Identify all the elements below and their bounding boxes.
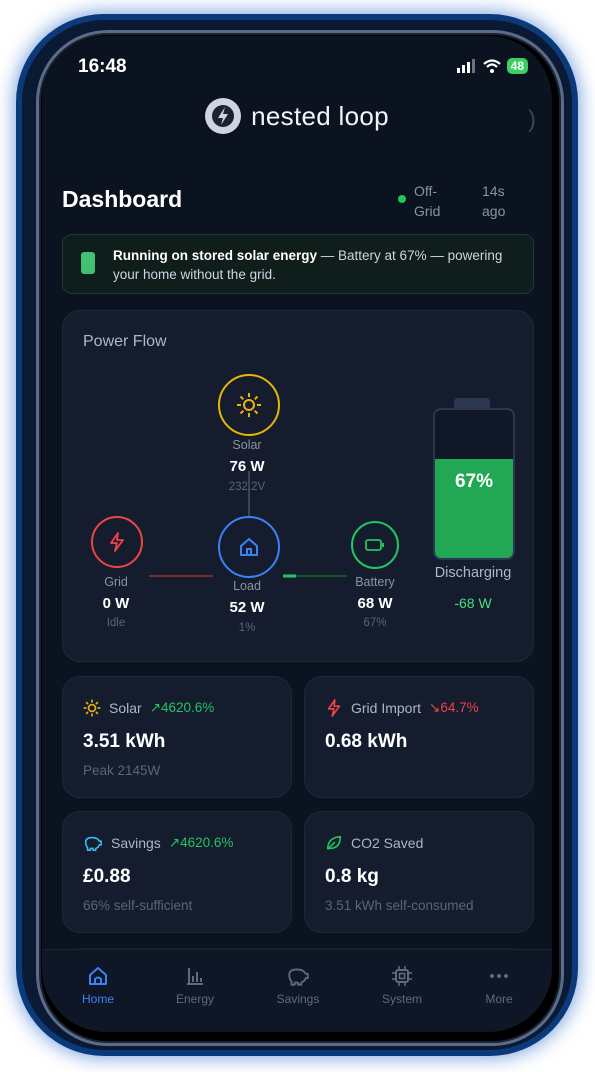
signal-icon (456, 59, 475, 73)
bottom-tab-bar: Home Energy Savings System More (42, 949, 552, 1032)
sun-icon (237, 393, 261, 417)
stat-label: Grid Import (351, 700, 422, 716)
grid-value: 0 W (102, 595, 130, 612)
last-updated-line2: ago (482, 203, 506, 219)
trend-up-badge: ↗4620.6% (150, 700, 215, 716)
last-updated: 14s ago (482, 181, 522, 221)
stat-value: 0.8 kg (325, 866, 379, 887)
stat-value: £0.88 (83, 866, 131, 887)
solar-label: Solar (232, 438, 262, 452)
solar-node[interactable] (218, 374, 280, 436)
brand-name: nested loop (251, 100, 389, 131)
status-bar: 16:48 48 (78, 56, 528, 80)
battery-node[interactable] (351, 521, 399, 569)
stat-card-co2[interactable]: CO2 Saved 0.8 kg 3.51 kWh self-consumed (304, 811, 534, 933)
trend-down-icon: ↘ (429, 700, 441, 715)
trend-value: 4620.6% (161, 700, 215, 715)
app-screen: 16:48 48 nested loop ) Dashboard Off- Gr… (42, 36, 552, 1032)
page-title: Dashboard (62, 186, 183, 212)
bolt-icon (110, 532, 124, 552)
stat-sub: Peak 2145W (83, 763, 161, 778)
power-flow-card[interactable]: Power Flow Solar 76 W 232.2V Grid 0 W Id… (62, 310, 534, 662)
stat-value: 0.68 kWh (325, 731, 408, 752)
stat-value: 3.51 kWh (83, 731, 166, 752)
tab-more[interactable]: More (459, 962, 539, 1006)
load-value: 52 W (229, 599, 265, 616)
tab-home[interactable]: Home (58, 962, 138, 1006)
battery-flow: -68 W (454, 595, 492, 611)
grid-label: Grid (104, 575, 128, 589)
stat-card-savings[interactable]: Savings ↗4620.6% £0.88 66% self-sufficie… (62, 811, 292, 933)
stat-card-solar[interactable]: Solar ↗4620.6% 3.51 kWh Peak 2145W (62, 676, 292, 798)
piggy-bank-icon (288, 968, 309, 986)
menu-edge-icon: ) (528, 106, 536, 133)
trend-up-icon: ↗ (149, 700, 161, 715)
trend-value: 4620.6% (180, 835, 234, 850)
tab-label: System (381, 992, 422, 1006)
banner-headline: Running on stored solar energy (113, 248, 318, 263)
tab-savings[interactable]: Savings (258, 962, 338, 1006)
tab-label: Savings (276, 992, 320, 1006)
bolt-icon (327, 699, 341, 717)
grid-mode-line2: Grid (414, 203, 441, 219)
solar-voltage: 232.2V (228, 481, 266, 493)
home-icon (89, 967, 107, 985)
stat-label: Savings (111, 835, 161, 851)
stat-card-grid-import[interactable]: Grid Import ↘64.7% 0.68 kWh (304, 676, 534, 798)
load-node[interactable] (218, 516, 280, 578)
grid-state: Idle (106, 617, 126, 629)
tab-system[interactable]: System (362, 962, 442, 1006)
tab-label: Home (81, 992, 114, 1006)
battery-state: Discharging (434, 565, 512, 581)
battery-status: 48 (506, 58, 528, 74)
logo-mark-icon (205, 98, 242, 134)
piggy-bank-icon (84, 836, 102, 852)
trend-down-badge: ↘64.7% (429, 700, 479, 716)
leaf-icon (326, 835, 342, 850)
stat-label: Solar (109, 700, 142, 716)
more-dots-icon (490, 974, 508, 978)
home-icon (240, 538, 258, 556)
tab-label: Energy (175, 992, 215, 1006)
trend-up-badge: ↗4620.6% (169, 835, 234, 851)
solar-value: 76 W (229, 458, 265, 475)
trend-up-icon: ↗ (168, 835, 181, 850)
sun-icon (83, 699, 101, 717)
stat-sub: 66% self-sufficient (83, 898, 193, 913)
battery-node-percent: 67% (363, 617, 387, 629)
load-label: Load (233, 579, 261, 593)
brand-logo: nested loop (42, 98, 552, 134)
battery-icon (81, 252, 95, 274)
battery-node-label: Battery (355, 575, 395, 589)
last-updated-line1: 14s (482, 183, 505, 199)
stat-sub: 3.51 kWh self-consumed (325, 898, 474, 913)
grid-mode-line1: Off- (414, 183, 438, 199)
trend-value: 64.7% (440, 700, 479, 715)
stat-label: CO2 Saved (351, 835, 424, 851)
status-dot-icon (398, 195, 406, 203)
tab-label: More (485, 992, 513, 1006)
battery-outline-icon (365, 539, 384, 551)
status-icons: 48 (456, 58, 528, 74)
status-time: 16:48 (78, 56, 127, 77)
battery-cap (454, 398, 490, 408)
wifi-icon (482, 59, 501, 73)
bar-chart-icon (187, 968, 203, 985)
battery-percent: 67% (454, 471, 494, 492)
grid-node[interactable] (91, 516, 143, 568)
status-banner: Running on stored solar energy — Battery… (62, 234, 534, 294)
battery-node-value: 68 W (357, 595, 393, 612)
chip-icon (392, 966, 412, 986)
tab-energy[interactable]: Energy (155, 962, 235, 1006)
load-percent: 1% (238, 622, 256, 634)
grid-status: Off- Grid (398, 181, 454, 221)
